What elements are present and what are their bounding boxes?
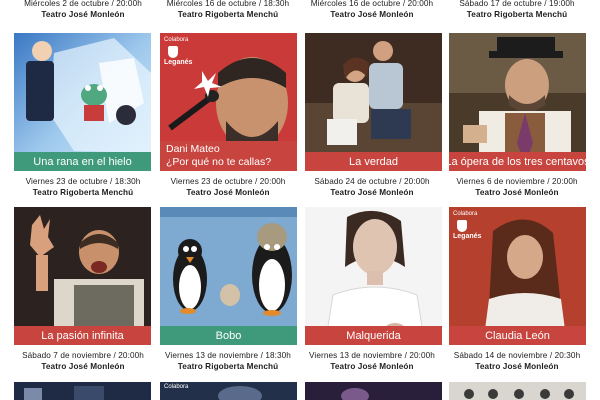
- event-date: Miércoles 2 de octubre / 20:00h: [24, 0, 142, 8]
- event-poster-image: [449, 382, 586, 400]
- event-venue: Teatro José Monleón: [41, 362, 125, 371]
- sponsor-badge: Colabora Leganés: [164, 37, 192, 67]
- event-caption: Miércoles 2 de octubre / 20:00h Teatro J…: [10, 0, 156, 20]
- event-title-banner: La ópera de los tres centavos: [449, 152, 586, 171]
- event-card[interactable]: La pasión infinita: [14, 207, 151, 345]
- event-venue: Teatro Rigoberta Menchú: [32, 188, 134, 197]
- sponsor-label: Colabora: [453, 211, 478, 217]
- event-title-banner: La verdad: [305, 152, 442, 171]
- event-poster-image: [305, 33, 442, 171]
- event-title-line1: Dani Mateo: [166, 143, 220, 155]
- event-card[interactable]: La ópera de los tres centavos: [449, 33, 586, 171]
- event-venue: Teatro José Monleón: [330, 362, 414, 371]
- event-venue: Teatro José Monleón: [330, 10, 414, 19]
- event-title-banner: Dani Mateo ¿Por qué no te callas?: [160, 141, 297, 171]
- event-venue: Teatro José Monleón: [475, 188, 559, 197]
- event-venue: Teatro José Monleón: [186, 188, 270, 197]
- event-card[interactable]: Colabora: [160, 382, 297, 400]
- event-date: Viernes 6 de noviembre / 20:00h: [456, 177, 578, 186]
- event-title: Malquerida: [346, 329, 401, 342]
- event-card[interactable]: Colabora Leganés Dani Mateo ¿Por qué no …: [160, 33, 297, 171]
- event-caption: Sábado 14 de noviembre / 20:30h Teatro J…: [444, 350, 590, 372]
- event-title: La pasión infinita: [41, 329, 124, 342]
- event-date: Viernes 13 de noviembre / 18:30h: [165, 351, 291, 360]
- event-title-banner: La pasión infinita: [14, 326, 151, 345]
- event-date: Viernes 13 de noviembre / 20:00h: [309, 351, 435, 360]
- event-card[interactable]: [14, 382, 151, 400]
- event-caption: Viernes 13 de noviembre / 18:30h Teatro …: [155, 350, 301, 372]
- event-caption: Miércoles 16 de octubre / 20:00h Teatro …: [299, 0, 445, 20]
- event-card[interactable]: Colabora Leganés Claudia León: [449, 207, 586, 345]
- event-card[interactable]: [305, 382, 442, 400]
- sponsor-badge: Colabora: [164, 384, 188, 391]
- event-venue: Teatro José Monleón: [41, 10, 125, 19]
- event-venue: Teatro José Monleón: [475, 362, 559, 371]
- event-venue: Teatro Rigoberta Menchú: [177, 362, 279, 371]
- sponsor-badge: Colabora Leganés: [453, 211, 481, 241]
- event-caption: Sábado 17 de octubre / 19:00h Teatro Rig…: [444, 0, 590, 20]
- event-poster-image: [14, 207, 151, 345]
- event-poster-image: [14, 382, 151, 400]
- event-poster-image: [449, 33, 586, 171]
- event-title: Bobo: [215, 329, 242, 342]
- event-caption: Viernes 23 de octubre / 20:00h Teatro Jo…: [155, 176, 301, 198]
- event-title-line2: ¿Por qué no te callas?: [166, 156, 272, 168]
- event-caption: Miércoles 16 de octubre / 18:30h Teatro …: [155, 0, 301, 20]
- event-poster-image: [160, 207, 297, 345]
- event-title-banner: Una rana en el hielo: [14, 152, 151, 171]
- event-venue: Teatro Rigoberta Menchú: [466, 10, 568, 19]
- sponsor-city: Leganés: [453, 233, 482, 240]
- event-date: Miércoles 16 de octubre / 18:30h: [166, 0, 290, 8]
- event-poster-image: [305, 382, 442, 400]
- sponsor-label: Colabora: [164, 37, 189, 43]
- event-card[interactable]: Bobo: [160, 207, 297, 345]
- event-date: Miércoles 16 de octubre / 20:00h: [310, 0, 434, 8]
- event-date: Sábado 24 de octubre / 20:00h: [314, 177, 430, 186]
- sponsor-label: Colabora: [164, 384, 189, 390]
- event-title-banner: Malquerida: [305, 326, 442, 345]
- event-card[interactable]: La verdad: [305, 33, 442, 171]
- event-date: Sábado 7 de noviembre / 20:00h: [22, 351, 144, 360]
- event-poster-image: [14, 33, 151, 171]
- event-title: La verdad: [349, 155, 398, 168]
- event-caption: Sábado 24 de octubre / 20:00h Teatro Jos…: [299, 176, 445, 198]
- event-caption: Viernes 13 de noviembre / 20:00h Teatro …: [299, 350, 445, 372]
- event-date: Sábado 17 de octubre / 19:00h: [459, 0, 575, 8]
- city-crest-icon: [457, 220, 467, 232]
- event-caption: Viernes 23 de octubre / 18:30h Teatro Ri…: [10, 176, 156, 198]
- event-title-banner: Claudia León: [449, 326, 586, 345]
- event-card[interactable]: [449, 382, 586, 400]
- event-title: La ópera de los tres centavos: [449, 155, 586, 168]
- event-card[interactable]: Malquerida: [305, 207, 442, 345]
- event-venue: Teatro Rigoberta Menchú: [177, 10, 279, 19]
- event-title-banner: Bobo: [160, 326, 297, 345]
- event-date: Viernes 23 de octubre / 20:00h: [170, 177, 286, 186]
- city-crest-icon: [168, 46, 178, 58]
- event-date: Sábado 14 de noviembre / 20:30h: [453, 351, 581, 360]
- event-date: Viernes 23 de octubre / 18:30h: [25, 177, 141, 186]
- event-title: Claudia León: [485, 329, 550, 342]
- event-venue: Teatro José Monleón: [330, 188, 414, 197]
- event-title: Una rana en el hielo: [33, 155, 132, 168]
- event-poster-image: [305, 207, 442, 345]
- sponsor-city: Leganés: [164, 59, 193, 66]
- event-card[interactable]: Una rana en el hielo: [14, 33, 151, 171]
- event-caption: Sábado 7 de noviembre / 20:00h Teatro Jo…: [10, 350, 156, 372]
- event-caption: Viernes 6 de noviembre / 20:00h Teatro J…: [444, 176, 590, 198]
